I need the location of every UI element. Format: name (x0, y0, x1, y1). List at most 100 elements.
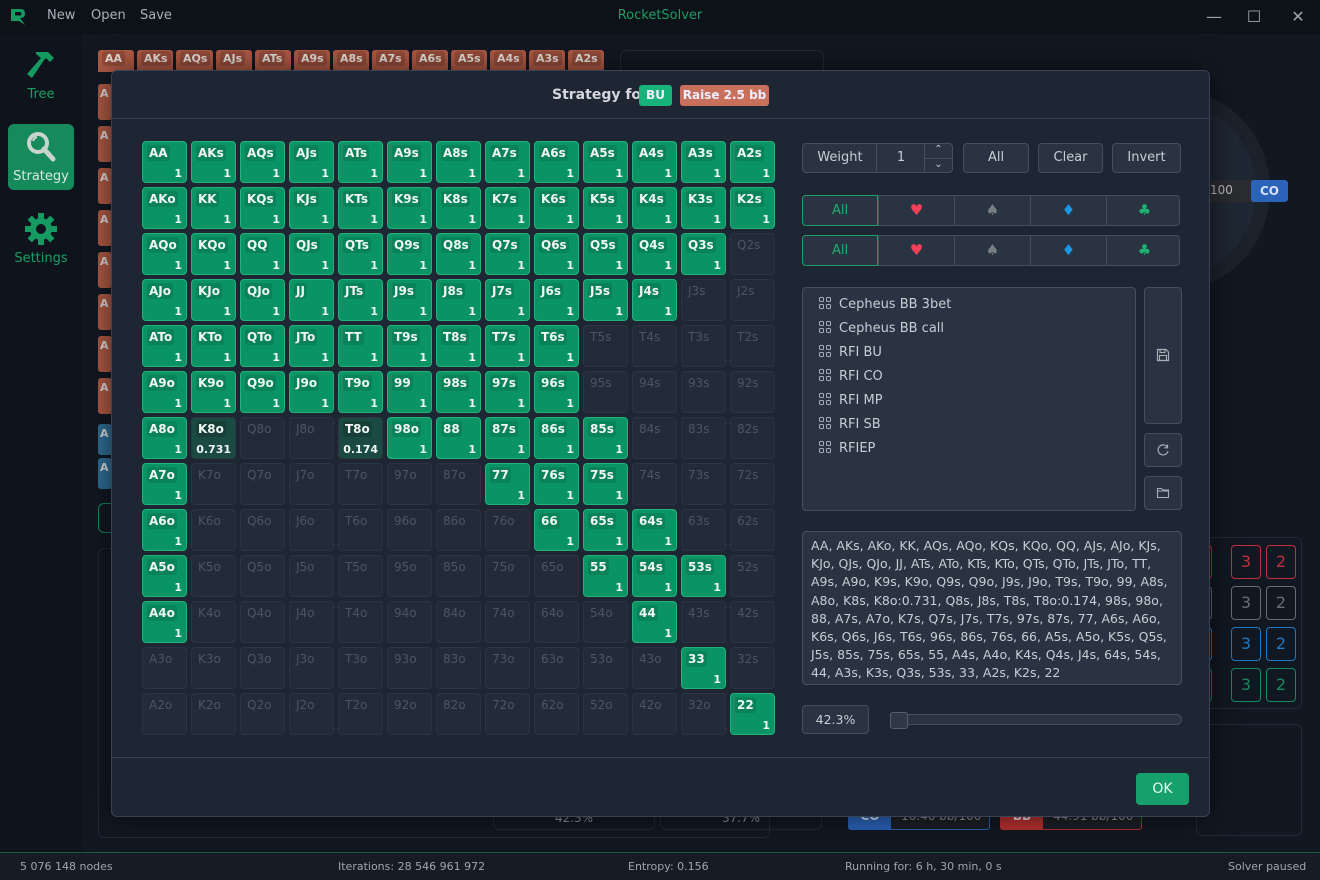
hand-cell-A4s[interactable]: A4s 1 (632, 141, 677, 183)
suit-filter-spade[interactable]: ♠ (954, 196, 1030, 225)
hand-cell-96s[interactable]: 96s 1 (534, 371, 579, 413)
hand-cell-43s[interactable]: 43s (681, 601, 726, 643)
hand-cell-KJo[interactable]: KJo 1 (191, 279, 236, 321)
hand-cell-K6s[interactable]: K6s 1 (534, 187, 579, 229)
hand-cell-22[interactable]: 22 1 (730, 693, 775, 735)
hand-cell-Q7o[interactable]: Q7o (240, 463, 285, 505)
hand-cell-J7s[interactable]: J7s 1 (485, 279, 530, 321)
hand-cell-99[interactable]: 99 1 (387, 371, 432, 413)
hand-cell-65o[interactable]: 65o (534, 555, 579, 597)
sidebar-item-settings[interactable]: Settings (8, 206, 74, 272)
weight-increment-button[interactable]: ⌃ (924, 143, 953, 159)
invert-button[interactable]: Invert (1112, 143, 1181, 173)
hand-cell-J9s[interactable]: J9s 1 (387, 279, 432, 321)
slider-thumb[interactable] (890, 712, 908, 729)
hand-cell-AQs[interactable]: AQs 1 (240, 141, 285, 183)
hand-cell-ATs[interactable]: ATs 1 (338, 141, 383, 183)
hand-cell-64o[interactable]: 64o (534, 601, 579, 643)
preset-item[interactable]: RFI BU (819, 343, 882, 363)
hand-cell-T6o[interactable]: T6o (338, 509, 383, 551)
hand-cell-83o[interactable]: 83o (436, 647, 481, 689)
hand-cell-JJ[interactable]: JJ 1 (289, 279, 334, 321)
refresh-presets-button[interactable] (1144, 433, 1182, 467)
hand-cell-75o[interactable]: 75o (485, 555, 530, 597)
menu-save[interactable]: Save (140, 8, 172, 23)
hand-cell-JTo[interactable]: JTo 1 (289, 325, 334, 367)
hand-cell-84o[interactable]: 84o (436, 601, 481, 643)
hand-cell-T7o[interactable]: T7o (338, 463, 383, 505)
open-folder-button[interactable] (1144, 476, 1182, 510)
hand-cell-54s[interactable]: 54s 1 (632, 555, 677, 597)
hand-cell-K2s[interactable]: K2s 1 (730, 187, 775, 229)
hand-cell-55[interactable]: 55 1 (583, 555, 628, 597)
hand-cell-K7o[interactable]: K7o (191, 463, 236, 505)
hand-cell-Q9o[interactable]: Q9o 1 (240, 371, 285, 413)
close-button[interactable]: ✕ (1284, 6, 1312, 28)
hand-cell-62s[interactable]: 62s (730, 509, 775, 551)
maximize-button[interactable]: ☐ (1240, 6, 1268, 28)
hand-cell-T4s[interactable]: T4s (632, 325, 677, 367)
hand-cell-QTo[interactable]: QTo 1 (240, 325, 285, 367)
suit-filter-diamond[interactable]: ♦ (1030, 236, 1106, 265)
hand-cell-J2o[interactable]: J2o (289, 693, 334, 735)
hand-cell-86s[interactable]: 86s 1 (534, 417, 579, 459)
hand-cell-94o[interactable]: 94o (387, 601, 432, 643)
sidebar-item-tree[interactable]: Tree (8, 42, 74, 108)
hand-cell-TT[interactable]: TT 1 (338, 325, 383, 367)
hand-cell-Q4s[interactable]: Q4s 1 (632, 233, 677, 275)
hand-cell-52s[interactable]: 52s (730, 555, 775, 597)
suit-filter-club[interactable]: ♣ (1106, 196, 1182, 225)
hand-cell-76o[interactable]: 76o (485, 509, 530, 551)
range-text-area[interactable]: AA, AKs, AKo, KK, AQs, AQo, KQs, KQo, QQ… (802, 531, 1182, 685)
hand-cell-QQ[interactable]: QQ 1 (240, 233, 285, 275)
hand-cell-42s[interactable]: 42s (730, 601, 775, 643)
preset-item[interactable]: Cepheus BB call (819, 319, 944, 339)
hand-cell-Q3s[interactable]: Q3s 1 (681, 233, 726, 275)
preset-item[interactable]: RFIEP (819, 439, 875, 459)
hand-cell-93s[interactable]: 93s (681, 371, 726, 413)
menu-new[interactable]: New (47, 8, 75, 23)
hand-cell-94s[interactable]: 94s (632, 371, 677, 413)
select-all-button[interactable]: All (963, 143, 1029, 173)
hand-cell-A8o[interactable]: A8o 1 (142, 417, 187, 459)
suit-filter-all[interactable]: All (802, 235, 878, 266)
hand-cell-53o[interactable]: 53o (583, 647, 628, 689)
hand-cell-83s[interactable]: 83s (681, 417, 726, 459)
clear-button[interactable]: Clear (1038, 143, 1103, 173)
hand-cell-74o[interactable]: 74o (485, 601, 530, 643)
hand-cell-K5s[interactable]: K5s 1 (583, 187, 628, 229)
hand-cell-85s[interactable]: 85s 1 (583, 417, 628, 459)
hand-cell-AQo[interactable]: AQo 1 (142, 233, 187, 275)
hand-cell-K4o[interactable]: K4o (191, 601, 236, 643)
hand-cell-A9s[interactable]: A9s 1 (387, 141, 432, 183)
hand-cell-95o[interactable]: 95o (387, 555, 432, 597)
hand-cell-AA[interactable]: AA 1 (142, 141, 187, 183)
hand-cell-Q6s[interactable]: Q6s 1 (534, 233, 579, 275)
hand-cell-A6s[interactable]: A6s 1 (534, 141, 579, 183)
hand-cell-KQs[interactable]: KQs 1 (240, 187, 285, 229)
suit-filter-heart[interactable]: ♥ (878, 196, 954, 225)
hand-cell-JTs[interactable]: JTs 1 (338, 279, 383, 321)
hand-cell-44[interactable]: 44 1 (632, 601, 677, 643)
hand-cell-A4o[interactable]: A4o 1 (142, 601, 187, 643)
hand-cell-42o[interactable]: 42o (632, 693, 677, 735)
preset-item[interactable]: RFI MP (819, 391, 883, 411)
hand-cell-A8s[interactable]: A8s 1 (436, 141, 481, 183)
hand-cell-T2s[interactable]: T2s (730, 325, 775, 367)
suit-filter-diamond[interactable]: ♦ (1030, 196, 1106, 225)
hand-cell-96o[interactable]: 96o (387, 509, 432, 551)
hand-cell-63s[interactable]: 63s (681, 509, 726, 551)
hand-cell-KTo[interactable]: KTo 1 (191, 325, 236, 367)
hand-cell-A7s[interactable]: A7s 1 (485, 141, 530, 183)
hand-cell-72s[interactable]: 72s (730, 463, 775, 505)
hand-cell-92s[interactable]: 92s (730, 371, 775, 413)
hand-cell-A3o[interactable]: A3o (142, 647, 187, 689)
hand-cell-T3o[interactable]: T3o (338, 647, 383, 689)
hand-cell-A2s[interactable]: A2s 1 (730, 141, 775, 183)
hand-cell-J8o[interactable]: J8o (289, 417, 334, 459)
hand-cell-52o[interactable]: 52o (583, 693, 628, 735)
hand-cell-T2o[interactable]: T2o (338, 693, 383, 735)
range-slider[interactable] (890, 712, 1182, 729)
hand-cell-32o[interactable]: 32o (681, 693, 726, 735)
hand-cell-A5s[interactable]: A5s 1 (583, 141, 628, 183)
